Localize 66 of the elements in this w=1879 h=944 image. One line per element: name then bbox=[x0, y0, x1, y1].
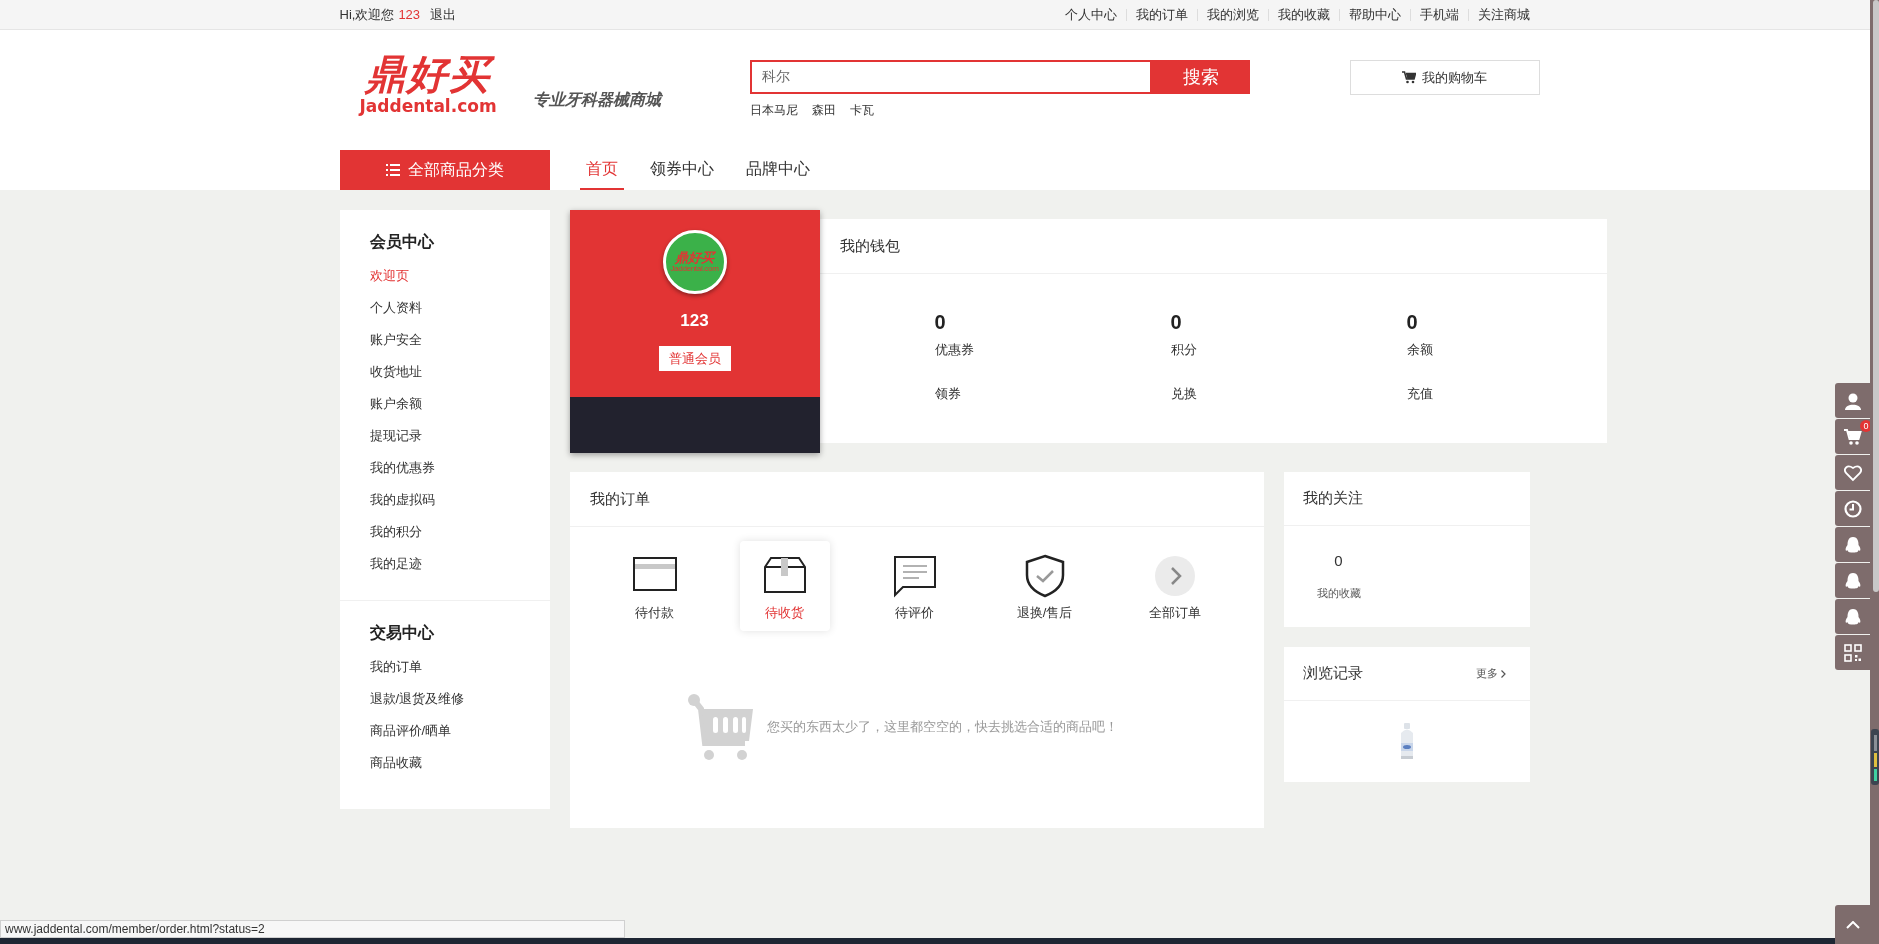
following-count: 0 bbox=[1334, 551, 1343, 571]
section-title: 交易中心 bbox=[369, 623, 435, 643]
avatar-logo-domain: Jaddental.com bbox=[670, 265, 719, 273]
panel-title: 我的关注 bbox=[1283, 472, 1530, 526]
order-status-item[interactable]: 待付款 bbox=[609, 541, 700, 631]
stat-label: 积分 bbox=[1170, 341, 1197, 359]
nav-tab[interactable]: 首页 bbox=[579, 150, 624, 190]
top-link[interactable]: 我的订单 bbox=[1135, 4, 1188, 25]
stat-action-link[interactable]: 兑换 bbox=[1170, 383, 1197, 403]
avatar-logo-text: 鼎好买 bbox=[675, 251, 714, 264]
nav-tab[interactable]: 领券中心 bbox=[643, 150, 720, 190]
hot-word-link[interactable]: 卡瓦 bbox=[849, 101, 874, 119]
greeting-text: Hi,欢迎您 bbox=[339, 5, 395, 24]
sidebar-item[interactable]: 提现记录 bbox=[369, 420, 422, 452]
profile-username: 123 bbox=[680, 310, 709, 332]
following-label: 我的收藏 bbox=[1316, 585, 1361, 601]
sidebar-item[interactable]: 退款/退货及维修 bbox=[369, 683, 465, 715]
section-title: 会员中心 bbox=[369, 232, 435, 252]
top-link[interactable]: 我的浏览 bbox=[1206, 4, 1259, 25]
sidebar-item[interactable]: 账户安全 bbox=[369, 324, 422, 356]
more-link[interactable]: 更多 bbox=[1475, 665, 1506, 682]
top-link[interactable]: 手机端 bbox=[1419, 4, 1459, 25]
sidebar-item[interactable]: 账户余额 bbox=[369, 388, 422, 420]
search-button[interactable]: 搜索 bbox=[1151, 60, 1250, 94]
stat-label: 优惠券 bbox=[934, 341, 974, 359]
hot-word-link[interactable]: 日本马尼 bbox=[749, 101, 798, 119]
order-status-item[interactable]: 待收货 bbox=[739, 541, 830, 631]
hot-word-link[interactable]: 森田 bbox=[811, 101, 836, 119]
stat-value: 0 bbox=[1170, 310, 1182, 334]
top-link[interactable]: 我的收藏 bbox=[1277, 4, 1330, 25]
cart-button[interactable]: 我的购物车 bbox=[1349, 60, 1540, 95]
sidebar-item[interactable]: 我的虚拟码 bbox=[369, 484, 435, 516]
order-status-item[interactable]: 全部订单 bbox=[1129, 541, 1220, 631]
sidebar-item[interactable]: 我的订单 bbox=[369, 651, 422, 683]
sidebar-item[interactable]: 商品评价/晒单 bbox=[369, 715, 452, 747]
search-field[interactable]: 科尔 bbox=[749, 60, 1152, 94]
nav-tab[interactable]: 品牌中心 bbox=[739, 150, 816, 190]
stat-action-link[interactable]: 领券 bbox=[934, 383, 961, 403]
logo-domain: Jaddental.com bbox=[359, 98, 497, 115]
logout-link[interactable]: 退出 bbox=[430, 4, 457, 25]
sidebar-item[interactable]: 收货地址 bbox=[369, 356, 422, 388]
sidebar-item[interactable]: 个人资料 bbox=[369, 292, 422, 324]
sidebar-item[interactable]: 我的积分 bbox=[369, 516, 422, 548]
toolbar-button[interactable]: 0 bbox=[1835, 419, 1870, 454]
top-link[interactable]: 关注商城 bbox=[1477, 4, 1530, 25]
empty-orders-message: 您买的东西太少了，这里都空空的，快去挑选合适的商品吧！ bbox=[766, 718, 1118, 737]
member-level-badge: 普通会员 bbox=[658, 345, 731, 371]
stat-value: 0 bbox=[934, 310, 946, 334]
panel-title: 浏览记录 bbox=[1302, 663, 1363, 684]
sidebar-item[interactable]: 商品收藏 bbox=[369, 747, 422, 779]
panel-title: 我的订单 bbox=[569, 472, 1264, 527]
tagline-text: 专业牙科器械商城 bbox=[532, 89, 661, 111]
sidebar-item[interactable]: 我的足迹 bbox=[369, 548, 422, 580]
stat-action-link[interactable]: 充值 bbox=[1406, 383, 1433, 403]
status-url-text: www.jaddental.com/member/order.html?status=2 bbox=[0, 920, 625, 938]
order-status-item[interactable]: 退换/售后 bbox=[999, 541, 1090, 631]
top-link[interactable]: 帮助中心 bbox=[1348, 4, 1401, 25]
stat-value: 0 bbox=[1406, 310, 1418, 334]
username-text: 123 bbox=[398, 5, 421, 24]
category-button[interactable]: 全部商品分类 bbox=[339, 150, 550, 190]
sidebar-item[interactable]: 我的优惠券 bbox=[369, 452, 435, 484]
stat-label: 余额 bbox=[1406, 341, 1433, 359]
sidebar-item[interactable]: 欢迎页 bbox=[369, 260, 409, 292]
order-status-item[interactable]: 待评价 bbox=[869, 541, 960, 631]
top-link[interactable]: 个人中心 bbox=[1064, 4, 1117, 25]
panel-title: 我的钱包 bbox=[819, 219, 1607, 274]
